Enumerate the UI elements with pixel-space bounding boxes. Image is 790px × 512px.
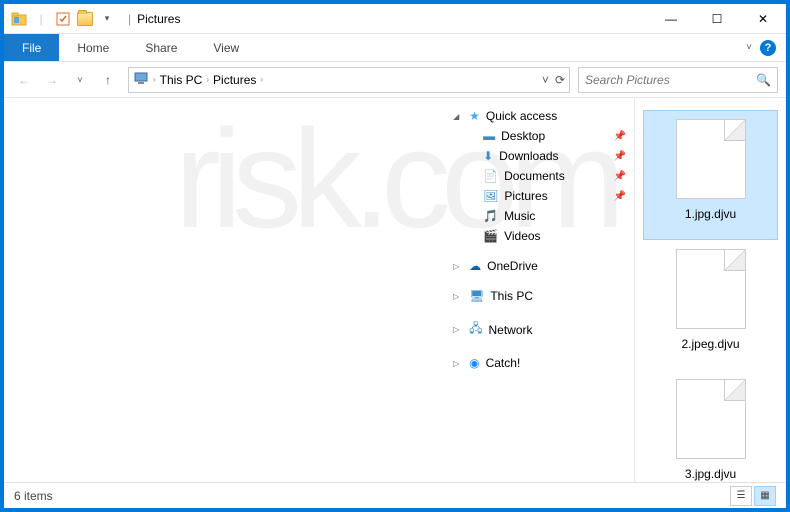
sidebar-catch[interactable]: ▷ ◉ Catch! [449,353,630,373]
sidebar-item-label: Music [504,209,535,223]
up-button[interactable]: ↑ [96,68,120,92]
navigation-bar: ← → ˅ ↑ › This PC › Pictures › ˅ ⟳ Searc… [4,62,786,98]
sidebar-item-label: Pictures [504,189,547,203]
file-icon [676,119,746,199]
sidebar-item-label: Desktop [501,129,545,143]
sidebar-label: Network [489,323,533,337]
expand-arrow-icon[interactable]: ▷ [453,359,463,368]
breadcrumb-thispc[interactable]: This PC [160,73,203,87]
sidebar-item-label: Downloads [499,149,558,163]
item-count: 6 items [14,489,53,503]
details-view-button[interactable]: ☰ [730,486,752,506]
music-icon: 🎵 [483,209,498,223]
catch-icon: ◉ [469,356,479,370]
file-name: 2.jpeg.djvu [681,337,739,351]
sidebar-item-documents[interactable]: 📄 Documents 📌 [449,166,630,186]
videos-icon: 🎬 [483,229,498,243]
file-tab[interactable]: File [4,34,59,61]
sidebar-item-downloads[interactable]: ⬇ Downloads 📌 [449,146,630,166]
chevron-right-icon[interactable]: › [153,75,156,84]
tab-home[interactable]: Home [59,34,127,61]
expand-arrow-icon[interactable]: ◢ [453,112,463,121]
sidebar-label: Quick access [486,109,557,123]
onedrive-icon: ☁ [469,259,481,273]
sidebar-item-label: Documents [504,169,565,183]
maximize-button[interactable]: ☐ [694,4,740,34]
explorer-icon [10,10,28,28]
expand-arrow-icon[interactable]: ▷ [453,262,463,271]
sidebar-item-music[interactable]: 🎵 Music [449,206,630,226]
sidebar-thispc[interactable]: ▷ 🖥 This PC [449,286,630,306]
ribbon-tabs: File Home Share View ˅ ? [4,34,786,62]
tab-share[interactable]: Share [127,34,195,61]
sidebar-item-label: Videos [504,229,540,243]
file-item[interactable]: 3.jpg.djvu [643,370,778,482]
downloads-icon: ⬇ [483,149,493,163]
new-folder-icon[interactable] [76,10,94,28]
window-title: Pictures [137,12,180,26]
recent-locations-button[interactable]: ˅ [68,68,92,92]
documents-icon: 📄 [483,169,498,183]
star-icon: ★ [469,109,480,123]
sidebar-label: OneDrive [487,259,538,273]
sidebar-quick-access[interactable]: ◢ ★ Quick access [449,106,630,126]
file-name: 3.jpg.djvu [685,467,736,481]
search-placeholder: Search Pictures [585,73,670,87]
ribbon-expand-icon[interactable]: ˅ [746,42,752,53]
expand-arrow-icon[interactable]: ▷ [453,292,463,301]
search-input[interactable]: Search Pictures 🔍 [578,67,778,93]
sidebar-label: This PC [490,289,533,303]
sidebar-onedrive[interactable]: ▷ ☁ OneDrive [449,256,630,276]
navigation-pane[interactable]: ◢ ★ Quick access ▬ Desktop 📌 ⬇ Downloads… [445,98,635,482]
pin-icon: 📌 [614,191,626,202]
forward-button[interactable]: → [40,68,64,92]
minimize-button[interactable]: — [648,4,694,34]
sidebar-network[interactable]: ▷ 🖧 Network [449,316,630,343]
file-item[interactable]: 1.jpg.djvu [643,110,778,240]
sidebar-label: Catch! [486,356,521,370]
chevron-right-icon[interactable]: › [260,75,263,84]
tab-view[interactable]: View [195,34,257,61]
properties-icon[interactable] [54,10,72,28]
file-icon [676,379,746,459]
pictures-icon: 🖼 [483,189,498,203]
computer-icon: 🖥 [469,289,484,303]
network-icon: 🖧 [469,319,482,340]
pin-icon: 📌 [614,131,626,142]
address-computer-icon [133,71,149,88]
qat-customize-icon[interactable]: ▾ [98,10,116,28]
file-list[interactable]: 1.jpg.djvu 2.jpeg.djvu 3.jpg.djvu 4.jpg.… [635,98,786,482]
chevron-right-icon[interactable]: › [206,75,209,84]
qat-separator: | [32,10,50,28]
explorer-window: | ▾ | Pictures — ☐ ✕ File Home Share Vie… [3,3,787,509]
back-button[interactable]: ← [12,68,36,92]
status-bar: 6 items ☰ ▦ [4,482,786,508]
window-controls: — ☐ ✕ [648,4,786,34]
sidebar-item-pictures[interactable]: 🖼 Pictures 📌 [449,186,630,206]
desktop-icon: ▬ [483,129,495,143]
title-separator: | [128,12,131,26]
pin-icon: 📌 [614,171,626,182]
file-item[interactable]: 2.jpeg.djvu [643,240,778,370]
refresh-icon[interactable]: ⟳ [555,73,565,87]
sidebar-item-videos[interactable]: 🎬 Videos [449,226,630,246]
breadcrumb-pictures[interactable]: Pictures [213,73,256,87]
quick-access-toolbar: | ▾ [4,10,122,28]
title-bar[interactable]: | ▾ | Pictures — ☐ ✕ [4,4,786,34]
search-icon[interactable]: 🔍 [756,73,771,87]
file-name: 1.jpg.djvu [685,207,736,221]
file-icon [676,249,746,329]
thumbnails-view-button[interactable]: ▦ [754,486,776,506]
pin-icon: 📌 [614,151,626,162]
address-dropdown-icon[interactable]: ˅ [542,73,549,87]
sidebar-item-desktop[interactable]: ▬ Desktop 📌 [449,126,630,146]
help-icon[interactable]: ? [760,40,776,56]
address-bar[interactable]: › This PC › Pictures › ˅ ⟳ [128,67,570,93]
close-button[interactable]: ✕ [740,4,786,34]
expand-arrow-icon[interactable]: ▷ [453,325,463,334]
